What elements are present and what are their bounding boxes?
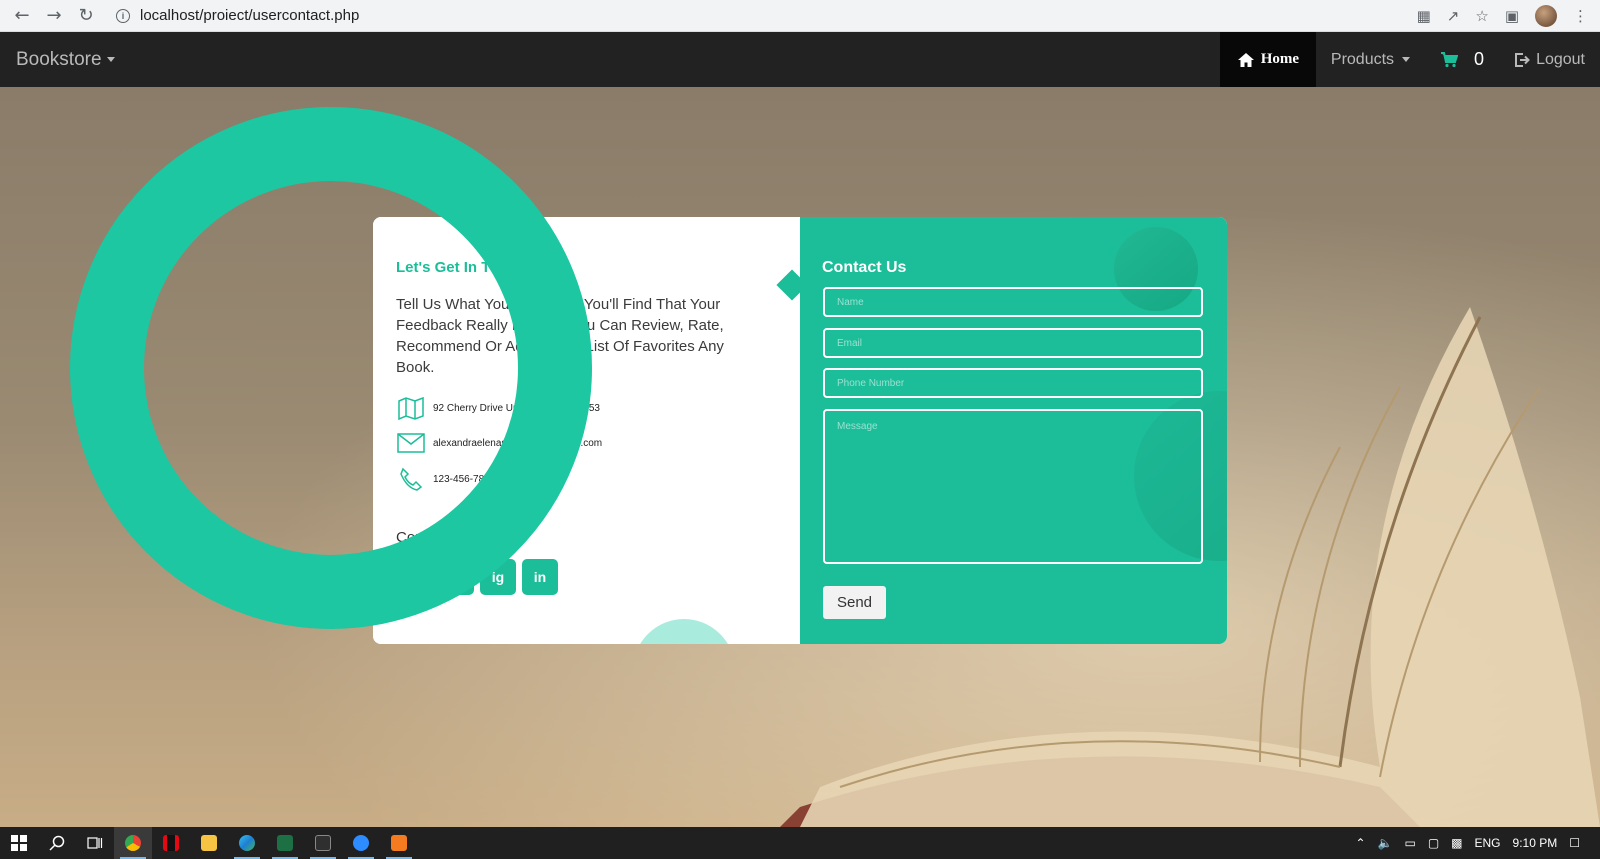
caret-down-icon: [106, 57, 115, 62]
brand-dropdown[interactable]: Bookstore: [16, 49, 115, 71]
products-label: Products: [1330, 50, 1395, 68]
cart-icon: [1441, 51, 1459, 67]
display-icon[interactable]: ▩: [1451, 836, 1462, 850]
cart-count: 0: [1474, 49, 1485, 69]
language-indicator[interactable]: ENG: [1475, 836, 1501, 850]
name-field[interactable]: [823, 287, 1203, 317]
decorative-bubble: [633, 619, 735, 644]
profile-avatar[interactable]: [1535, 5, 1557, 27]
menu-icon[interactable]: ⋮: [1573, 7, 1588, 25]
notification-icon[interactable]: ☐: [1569, 836, 1580, 850]
home-icon: [1237, 52, 1254, 67]
email-field[interactable]: [823, 328, 1203, 358]
share-icon[interactable]: ↗: [1447, 7, 1460, 25]
site-navbar: Bookstore Home Products 0 Logout: [0, 32, 1600, 87]
nav-products[interactable]: Products: [1316, 32, 1425, 87]
logout-icon: [1515, 52, 1530, 67]
caret-down-icon: [1402, 57, 1411, 62]
side-panel-icon[interactable]: ▣: [1505, 7, 1519, 25]
message-field[interactable]: [823, 409, 1203, 564]
device-icon[interactable]: ▢: [1428, 836, 1439, 850]
zoom-icon[interactable]: [342, 827, 380, 859]
windows-start-icon[interactable]: [0, 827, 38, 859]
chrome-icon[interactable]: [114, 827, 152, 859]
forward-icon[interactable]: →: [38, 0, 70, 32]
netflix-icon[interactable]: [152, 827, 190, 859]
task-view-icon[interactable]: [76, 827, 114, 859]
star-icon[interactable]: ☆: [1475, 7, 1488, 25]
clock[interactable]: 9:10 PM: [1513, 836, 1558, 850]
browser-actions: ▦ ↗ ☆ ▣ ⋮: [1417, 0, 1588, 32]
info-icon[interactable]: i: [116, 8, 130, 23]
excel-icon[interactable]: [266, 827, 304, 859]
search-icon[interactable]: [38, 827, 76, 859]
volume-icon[interactable]: 🔈: [1378, 836, 1393, 850]
decorative-ring: [70, 107, 592, 629]
translate-icon[interactable]: ▦: [1417, 7, 1431, 25]
contact-us-title: Contact Us: [822, 259, 907, 276]
address-bar[interactable]: i localhost/proiect/usercontact.php: [116, 2, 1356, 29]
notion-icon[interactable]: [304, 827, 342, 859]
nav-right: Home Products 0 Logout: [1219, 32, 1600, 87]
app-icon[interactable]: [380, 827, 418, 859]
brand-label: Bookstore: [16, 48, 102, 70]
nav-cart[interactable]: 0: [1425, 32, 1499, 87]
system-tray: ⌃ 🔈 ▭ ▢ ▩ ENG 9:10 PM ☐: [1355, 827, 1600, 859]
file-explorer-icon[interactable]: [190, 827, 228, 859]
battery-icon[interactable]: ▭: [1404, 836, 1415, 850]
send-button[interactable]: Send: [823, 586, 886, 619]
logout-label: Logout: [1536, 50, 1585, 68]
contact-form-panel: Contact Us Send: [800, 217, 1227, 644]
reload-icon[interactable]: ↻: [70, 0, 102, 32]
phone-field[interactable]: [823, 368, 1203, 398]
home-label: Home: [1260, 51, 1300, 67]
url-text: localhost/proiect/usercontact.php: [140, 7, 360, 24]
nav-logout[interactable]: Logout: [1499, 32, 1600, 87]
chevron-up-icon[interactable]: ⌃: [1355, 836, 1365, 850]
back-icon[interactable]: ←: [6, 0, 38, 32]
browser-toolbar: ← → ↻ i localhost/proiect/usercontact.ph…: [0, 0, 1600, 32]
nav-home[interactable]: Home: [1219, 32, 1316, 87]
taskbar: ⌃ 🔈 ▭ ▢ ▩ ENG 9:10 PM ☐: [0, 827, 1600, 859]
edge-icon[interactable]: [228, 827, 266, 859]
linkedin-icon[interactable]: in: [522, 559, 558, 595]
